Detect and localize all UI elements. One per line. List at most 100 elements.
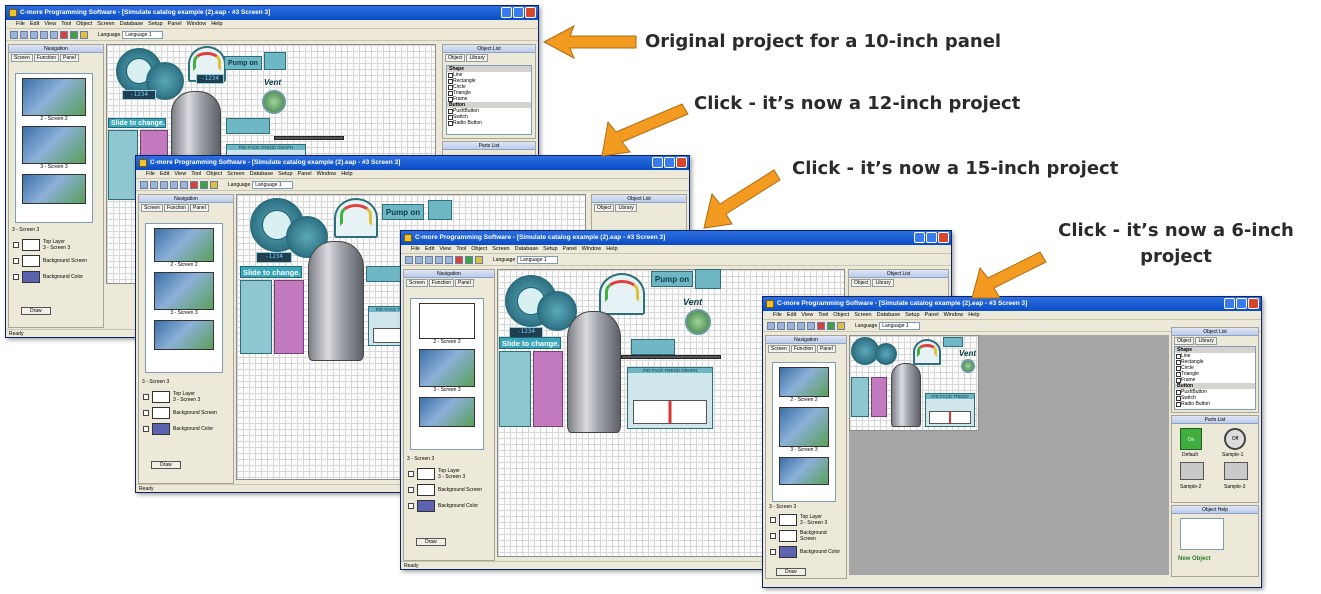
open-icon[interactable]	[20, 30, 28, 39]
menu-setup[interactable]: Setup	[543, 245, 557, 253]
menu-help[interactable]: Help	[211, 20, 222, 28]
minimize-button[interactable]	[914, 232, 925, 243]
tab-library[interactable]: Library	[615, 204, 637, 212]
menu-setup[interactable]: Setup	[278, 170, 292, 178]
screen-thumbnail[interactable]	[22, 126, 86, 164]
menu-setup[interactable]: Setup	[148, 20, 162, 28]
bg-screen-checkbox[interactable]	[143, 410, 149, 416]
tab-object[interactable]: Object	[445, 54, 466, 62]
pump-button[interactable]: Pump on	[382, 204, 424, 220]
tab-screen[interactable]: Screen	[406, 279, 428, 287]
bg-screen-checkbox[interactable]	[13, 258, 19, 264]
tab-panel[interactable]: Panel	[60, 54, 79, 62]
minimize-button[interactable]	[501, 7, 512, 18]
top-layer-checkbox[interactable]	[770, 517, 776, 523]
close-button[interactable]	[938, 232, 949, 243]
top-layer-checkbox[interactable]	[143, 394, 149, 400]
bg-color-checkbox[interactable]	[408, 503, 414, 509]
screen-thumbnail[interactable]	[419, 303, 475, 339]
simulate-icon[interactable]	[475, 255, 483, 264]
screen-thumbnail[interactable]	[154, 320, 214, 350]
top-layer-row[interactable]: Top Layer 3 - Screen 3	[770, 514, 842, 526]
print-icon[interactable]	[797, 321, 805, 330]
menu-tool[interactable]: Tool	[818, 311, 828, 319]
run-icon[interactable]	[200, 180, 208, 189]
screen-thumbnail[interactable]	[22, 174, 86, 204]
menu-screen[interactable]: Screen	[492, 245, 509, 253]
open-icon[interactable]	[415, 255, 423, 264]
stop-icon[interactable]	[190, 180, 198, 189]
simulate-icon[interactable]	[80, 30, 88, 39]
menu-window[interactable]: Window	[582, 245, 602, 253]
stop-icon[interactable]	[817, 321, 825, 330]
transfer-icon[interactable]	[445, 255, 453, 264]
menu-object[interactable]: Object	[471, 245, 487, 253]
menu-setup[interactable]: Setup	[905, 311, 919, 319]
language-select[interactable]: Language 1	[252, 180, 293, 189]
tab-screen[interactable]: Screen	[11, 54, 33, 62]
background-color-row[interactable]: Background Color	[770, 546, 842, 558]
background-screen-row[interactable]: Background Screen	[770, 530, 842, 542]
tab-object[interactable]: Object	[594, 204, 615, 212]
top-layer-checkbox[interactable]	[13, 242, 19, 248]
menu-screen[interactable]: Screen	[854, 311, 871, 319]
menu-help[interactable]: Help	[341, 170, 352, 178]
vent-dial[interactable]	[961, 359, 975, 373]
transfer-icon[interactable]	[50, 30, 58, 39]
save-icon[interactable]	[160, 180, 168, 189]
language-select[interactable]: Language 1	[879, 321, 920, 330]
info-button[interactable]	[695, 269, 721, 289]
menu-window[interactable]: Window	[944, 311, 964, 319]
save-icon[interactable]	[425, 255, 433, 264]
object-item[interactable]: Frame	[447, 96, 531, 102]
menu-panel[interactable]: Panel	[925, 311, 939, 319]
tab-panel[interactable]: Panel	[455, 279, 474, 287]
screen-thumbnail[interactable]	[22, 78, 86, 116]
simulate-icon[interactable]	[210, 180, 218, 189]
tab-function[interactable]: Function	[790, 345, 817, 353]
transfer-icon[interactable]	[180, 180, 188, 189]
menu-file[interactable]: File	[146, 170, 155, 178]
run-icon[interactable]	[465, 255, 473, 264]
valve-control[interactable]	[631, 339, 675, 355]
menu-edit[interactable]: Edit	[425, 245, 434, 253]
top-layer-row[interactable]: Top Layer 3 - Screen 3	[408, 468, 490, 480]
save-icon[interactable]	[30, 30, 38, 39]
menu-view[interactable]: View	[801, 311, 813, 319]
menu-tool[interactable]: Tool	[61, 20, 71, 28]
menu-panel[interactable]: Panel	[563, 245, 577, 253]
new-icon[interactable]	[767, 321, 775, 330]
tab-function[interactable]: Function	[33, 54, 60, 62]
run-icon[interactable]	[827, 321, 835, 330]
part-sample-1[interactable]: Off	[1224, 428, 1246, 450]
stop-icon[interactable]	[455, 255, 463, 264]
draw-button[interactable]: Draw	[776, 568, 806, 576]
menu-screen[interactable]: Screen	[227, 170, 244, 178]
menu-edit[interactable]: Edit	[30, 20, 39, 28]
vent-dial[interactable]	[685, 309, 711, 335]
screen-thumbnail[interactable]	[419, 397, 475, 427]
background-screen-row[interactable]: Background Screen	[408, 484, 490, 496]
menu-file[interactable]: File	[16, 20, 25, 28]
draw-button[interactable]: Draw	[21, 307, 51, 315]
minimize-button[interactable]	[1224, 298, 1235, 309]
menu-edit[interactable]: Edit	[787, 311, 796, 319]
tab-library[interactable]: Library	[466, 54, 488, 62]
valve-control[interactable]	[226, 118, 270, 134]
menu-view[interactable]: View	[174, 170, 186, 178]
simulate-icon[interactable]	[837, 321, 845, 330]
menu-panel[interactable]: Panel	[298, 170, 312, 178]
open-icon[interactable]	[777, 321, 785, 330]
save-icon[interactable]	[787, 321, 795, 330]
object-item[interactable]: Frame	[1175, 377, 1255, 383]
menu-screen[interactable]: Screen	[97, 20, 114, 28]
tab-object[interactable]: Object	[851, 279, 872, 287]
close-button[interactable]	[1248, 298, 1259, 309]
maximize-button[interactable]	[926, 232, 937, 243]
print-icon[interactable]	[170, 180, 178, 189]
menu-view[interactable]: View	[439, 245, 451, 253]
screen-thumbnail[interactable]	[779, 457, 829, 485]
menu-object[interactable]: Object	[833, 311, 849, 319]
screen-thumbnail[interactable]	[779, 407, 829, 447]
maximize-button[interactable]	[513, 7, 524, 18]
